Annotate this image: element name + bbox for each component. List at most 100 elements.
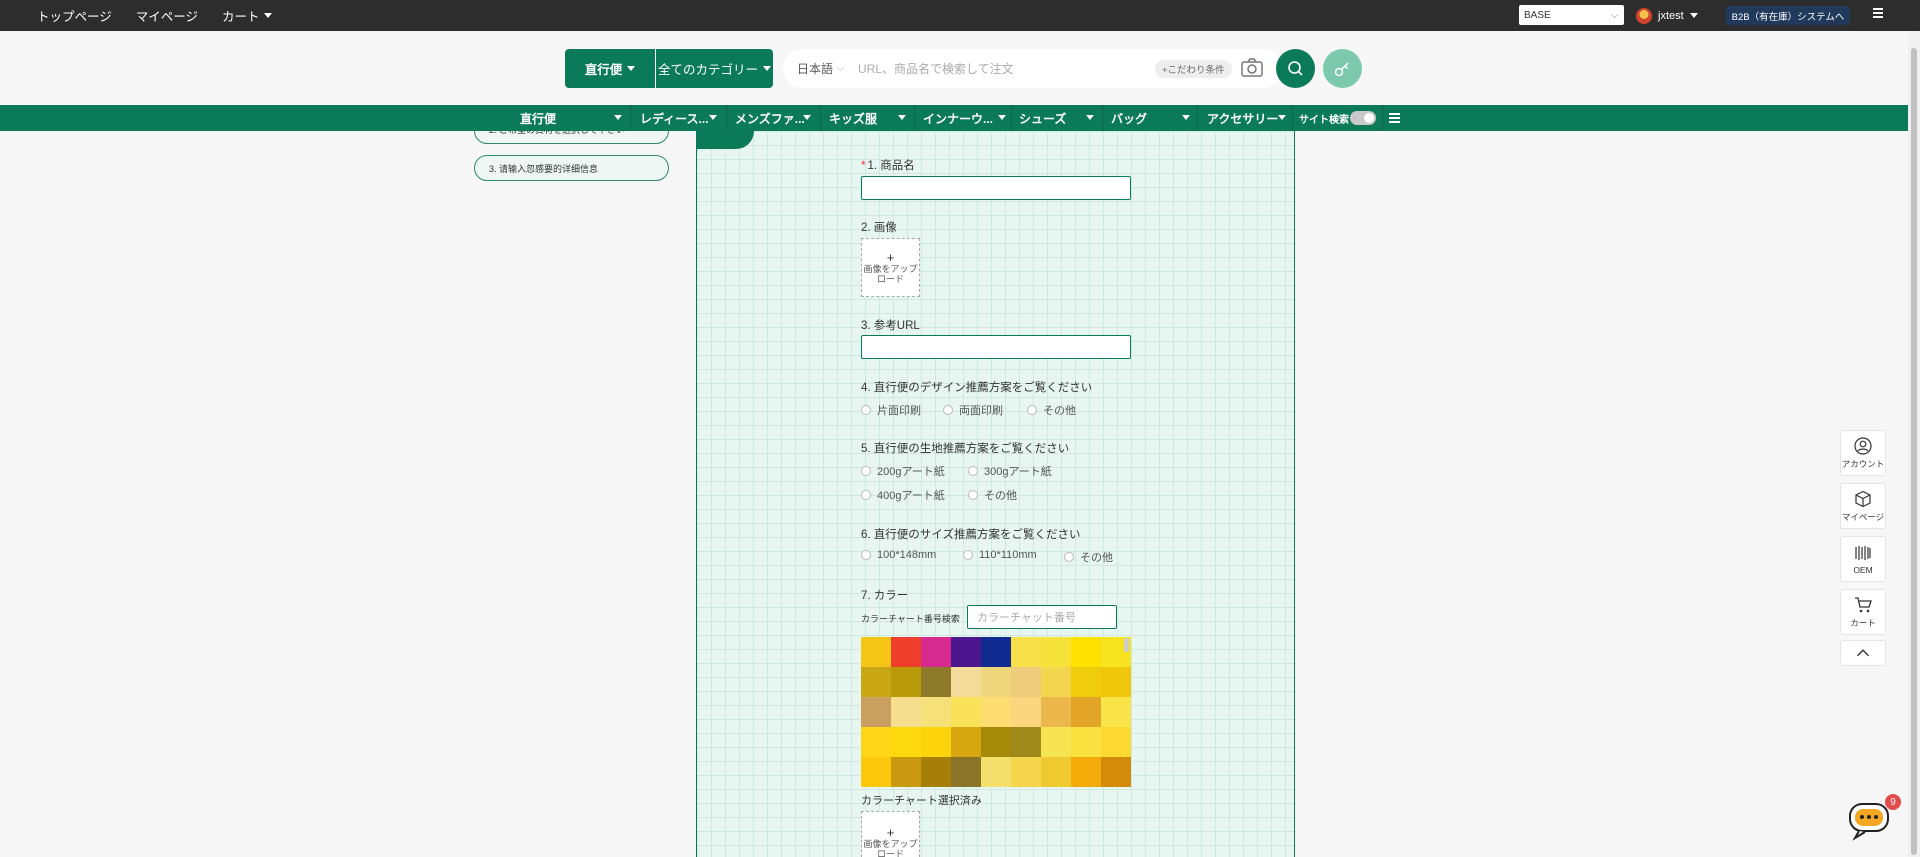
sidebar-oem-button[interactable]: OEM <box>1840 536 1886 582</box>
color-swatch[interactable] <box>1071 727 1101 757</box>
color-swatch[interactable] <box>921 757 951 787</box>
step-label: 3. 请输入忽感要的详细信息 <box>489 163 599 174</box>
chevron-down-icon <box>1689 13 1698 18</box>
nav-item-accessories[interactable]: アクセサリー <box>1207 105 1286 131</box>
b2b-system-button[interactable]: B2B（有在庫）システムへ <box>1726 6 1850 25</box>
material-option-other[interactable]: その他 <box>968 487 1017 503</box>
search-input[interactable]: URL、商品名で検索して注文 <box>858 60 1014 77</box>
sidebar-cart-button[interactable]: カート <box>1840 589 1886 635</box>
language-select[interactable]: 日本語 ⌵ <box>797 60 844 77</box>
back-to-top-button[interactable] <box>1840 640 1886 666</box>
color-swatch[interactable] <box>1101 667 1131 697</box>
color-swatch[interactable] <box>921 727 951 757</box>
top-nav-cart[interactable]: カート <box>222 6 272 25</box>
nav-item-shoes[interactable]: シューズ <box>1019 105 1094 131</box>
color-swatch[interactable] <box>1041 637 1071 667</box>
color-image-upload[interactable]: + 画像をアップロード <box>861 811 920 857</box>
color-swatch[interactable] <box>1071 637 1101 667</box>
chevron-down-icon: ⌵ <box>1611 9 1618 20</box>
color-swatch[interactable] <box>921 667 951 697</box>
color-swatch[interactable] <box>1071 697 1101 727</box>
color-swatch[interactable] <box>921 637 951 667</box>
material-option-200g[interactable]: 200gアート紙 <box>861 463 945 479</box>
color-swatch[interactable] <box>891 667 921 697</box>
category-dropdown[interactable]: 直行便 <box>565 49 655 88</box>
radio-label: その他 <box>1043 405 1076 417</box>
color-swatch[interactable] <box>861 667 891 697</box>
reference-url-input[interactable] <box>861 335 1131 359</box>
sidebar-account-button[interactable]: アカウント <box>1840 430 1886 476</box>
swatch-scrollbar[interactable] <box>1124 638 1129 652</box>
color-swatch[interactable] <box>951 667 981 697</box>
color-swatch[interactable] <box>891 727 921 757</box>
color-swatch[interactable] <box>1011 637 1041 667</box>
menu-icon[interactable] <box>1873 8 1883 18</box>
material-option-300g[interactable]: 300gアート紙 <box>968 463 1052 479</box>
color-swatch[interactable] <box>1041 757 1071 787</box>
design-option-other[interactable]: その他 <box>1027 402 1076 418</box>
all-categories-dropdown[interactable]: 全てのカテゴリー <box>656 49 773 88</box>
color-swatch[interactable] <box>891 637 921 667</box>
color-swatch[interactable] <box>1041 697 1071 727</box>
color-swatch[interactable] <box>981 667 1011 697</box>
product-name-input[interactable] <box>861 176 1131 200</box>
color-swatch[interactable] <box>981 637 1011 667</box>
top-nav-home[interactable]: トップページ <box>37 6 112 25</box>
color-swatch[interactable] <box>1011 727 1041 757</box>
size-option-100x148[interactable]: 100*148mm <box>861 549 936 561</box>
color-swatch[interactable] <box>861 757 891 787</box>
step-item-3[interactable]: 3. 请输入忽感要的详细信息 <box>474 155 669 181</box>
color-swatch[interactable] <box>1011 757 1041 787</box>
page-scrollbar[interactable] <box>1908 31 1920 857</box>
color-swatch[interactable] <box>1101 697 1131 727</box>
top-nav-mypage[interactable]: マイページ <box>136 6 198 25</box>
color-swatch[interactable] <box>1071 757 1101 787</box>
nav-item-mens[interactable]: メンズファ... <box>735 105 811 131</box>
nav-item-label: 直行便 <box>520 111 557 126</box>
color-swatch[interactable] <box>981 757 1011 787</box>
radio-label: その他 <box>984 490 1017 502</box>
nav-item-innerwear[interactable]: インナーウ... <box>923 105 1006 131</box>
base-select[interactable]: BASE ⌵ <box>1519 5 1624 25</box>
color-swatch[interactable] <box>1011 697 1041 727</box>
color-swatch[interactable] <box>951 757 981 787</box>
nav-item-kids[interactable]: キッズ服 <box>829 105 906 131</box>
site-search-toggle[interactable] <box>1350 111 1376 125</box>
color-swatch[interactable] <box>951 697 981 727</box>
nav-item-bags[interactable]: バッグ <box>1111 105 1190 131</box>
color-swatch[interactable] <box>861 697 891 727</box>
nav-item-label: レディース... <box>640 111 709 126</box>
radio-label: 400gアート紙 <box>877 490 945 502</box>
menu-icon[interactable] <box>1389 113 1400 124</box>
color-swatch[interactable] <box>1041 727 1071 757</box>
design-option-single[interactable]: 片面印刷 <box>861 402 921 418</box>
sidebar-mypage-button[interactable]: マイページ <box>1840 483 1886 529</box>
color-swatch[interactable] <box>891 757 921 787</box>
size-option-other[interactable]: その他 <box>1064 549 1113 565</box>
color-swatch[interactable] <box>1011 667 1041 697</box>
color-swatch[interactable] <box>861 727 891 757</box>
color-swatch[interactable] <box>1101 727 1131 757</box>
search-button[interactable] <box>1276 49 1315 88</box>
color-swatch[interactable] <box>921 697 951 727</box>
size-option-110x110[interactable]: 110*110mm <box>963 549 1037 561</box>
nav-item-ladies[interactable]: レディース... <box>640 105 717 131</box>
color-swatch[interactable] <box>861 637 891 667</box>
color-swatch[interactable] <box>981 727 1011 757</box>
material-option-400g[interactable]: 400gアート紙 <box>861 487 945 503</box>
user-menu[interactable]: jxtest <box>1636 0 1698 31</box>
color-swatch[interactable] <box>981 697 1011 727</box>
color-swatch[interactable] <box>891 697 921 727</box>
color-swatch[interactable] <box>1041 667 1071 697</box>
camera-icon[interactable] <box>1240 56 1264 80</box>
color-swatch[interactable] <box>951 637 981 667</box>
color-swatch[interactable] <box>1071 667 1101 697</box>
color-swatch[interactable] <box>1101 757 1131 787</box>
color-swatch[interactable] <box>951 727 981 757</box>
image-upload[interactable]: + 画像をアップロード <box>861 238 920 297</box>
key-button[interactable] <box>1323 49 1362 88</box>
condition-button[interactable]: +こだわり条件 <box>1155 60 1232 78</box>
nav-item-direct[interactable]: 直行便 <box>520 105 622 131</box>
design-option-double[interactable]: 両面印刷 <box>943 402 1003 418</box>
color-chart-search-input[interactable]: カラーチャット番号 <box>967 605 1117 629</box>
